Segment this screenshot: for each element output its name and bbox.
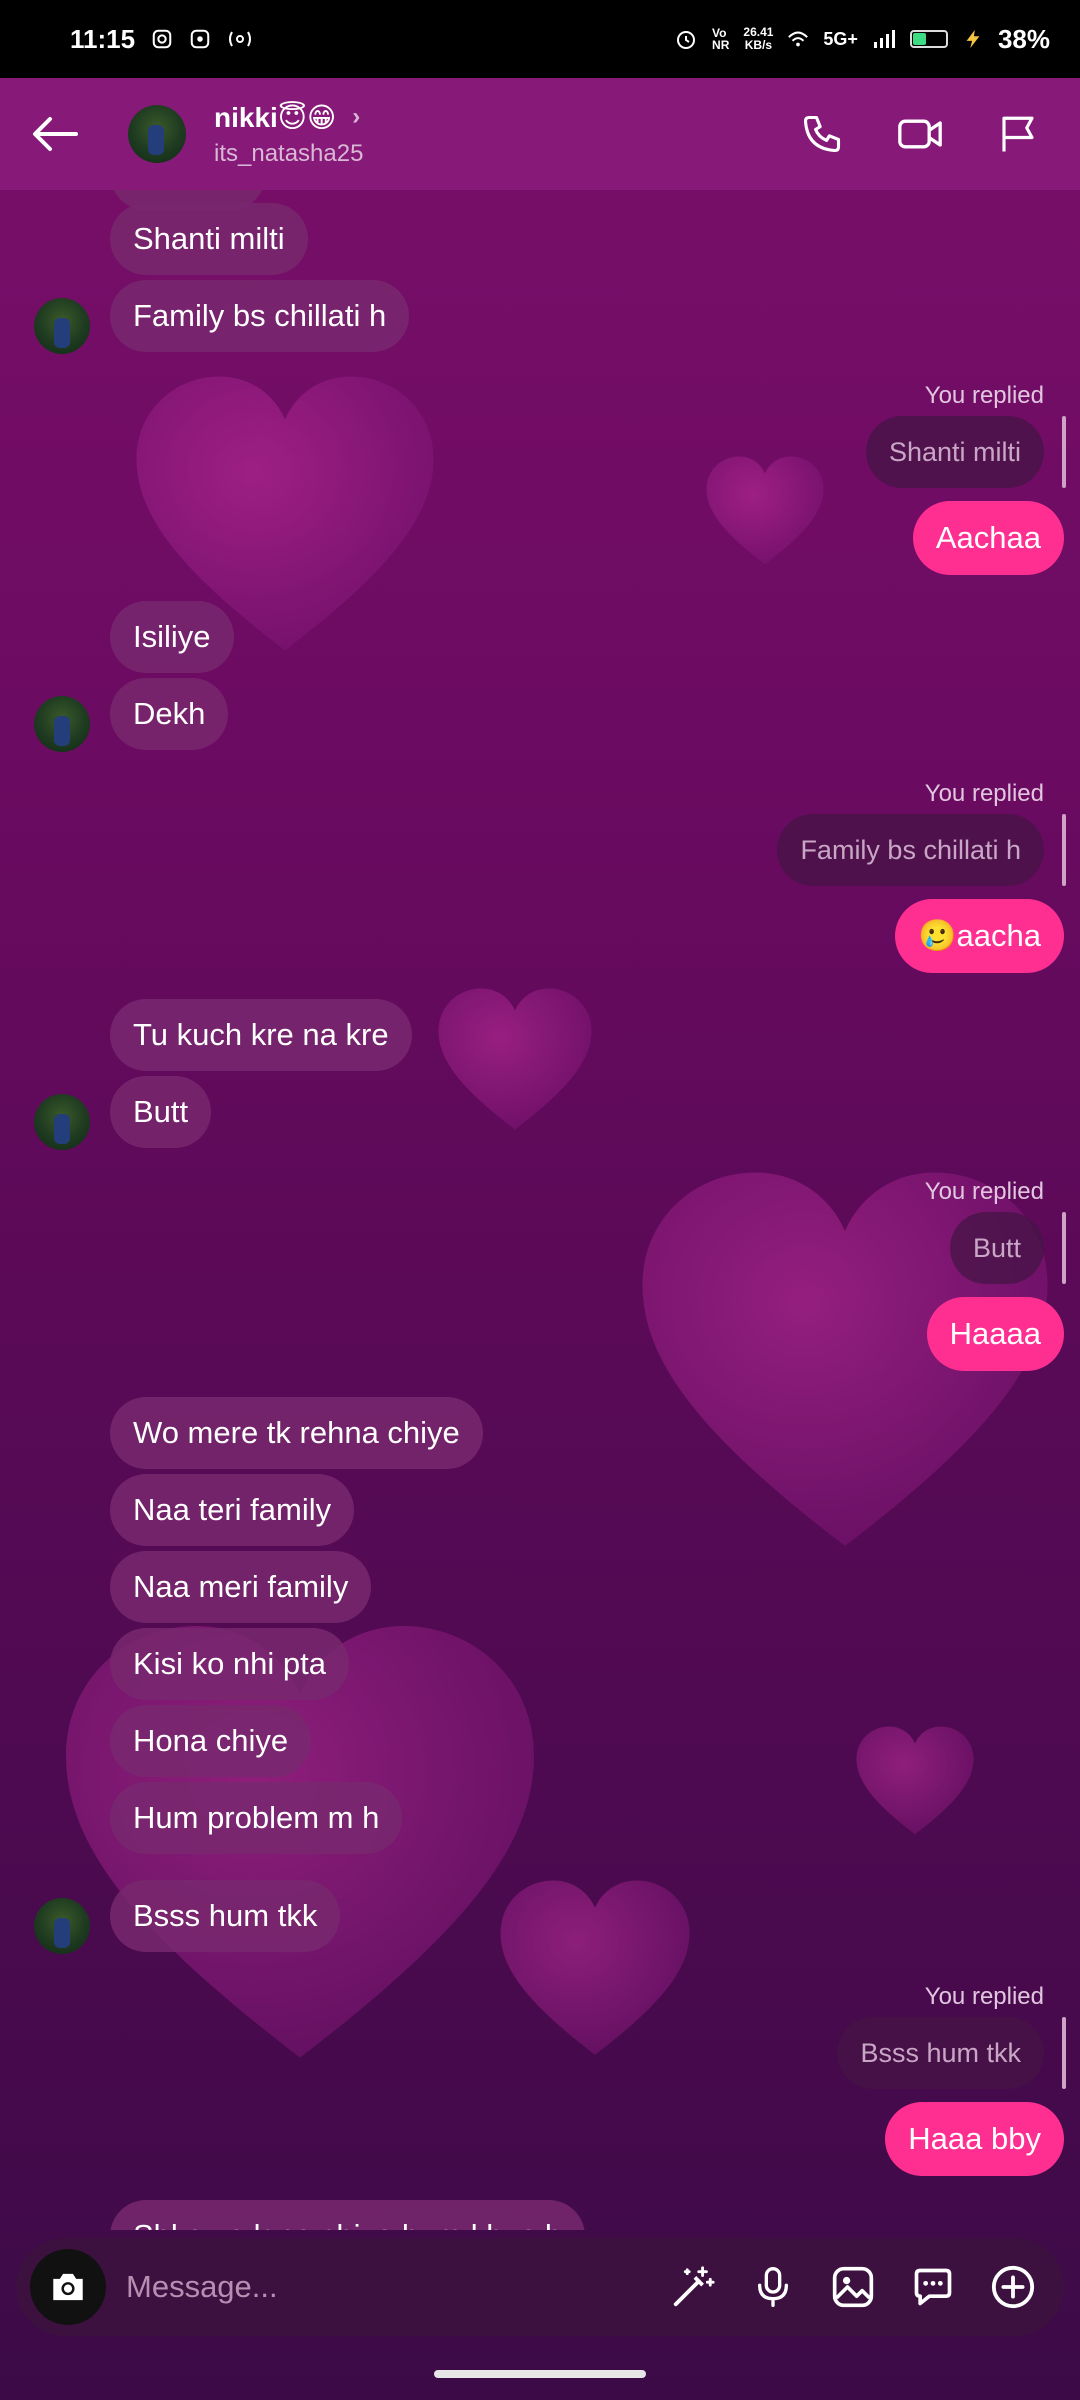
voice-call-button[interactable]	[798, 110, 846, 158]
message-composer	[16, 2238, 1064, 2336]
camera-icon	[53, 2273, 83, 2301]
you-replied-label: You replied	[924, 382, 1044, 409]
message-bubble[interactable]: Sbko ye lgna chiye hum khus h	[110, 2200, 586, 2230]
wifi-calling-icon	[787, 29, 809, 49]
message-bubble[interactable]: Isiliye	[110, 601, 234, 673]
sent-message-bubble[interactable]: Haaaa	[926, 1297, 1064, 1371]
back-button[interactable]	[24, 103, 86, 165]
contact-username: its_natasha25	[214, 139, 364, 167]
you-replied-label: You replied	[924, 780, 1044, 807]
effects-button[interactable]	[670, 2264, 716, 2310]
sent-message-bubble[interactable]: Haaa bby	[885, 2102, 1064, 2176]
message-bubble[interactable]: Bsss hum tkk	[110, 1880, 341, 1952]
gallery-button[interactable]	[830, 2264, 876, 2310]
magic-wand-icon	[673, 2266, 715, 2307]
phone-icon	[803, 115, 841, 153]
chat-bubble-icon	[914, 2268, 952, 2306]
reply-quote-bar	[1062, 1212, 1066, 1284]
message-bubble[interactable]: Naa meri family	[110, 1551, 372, 1623]
message-thread[interactable]: Shanti milti Family bs chillati h You re…	[0, 190, 1080, 2230]
report-button[interactable]	[994, 110, 1042, 158]
more-options-button[interactable]	[990, 2264, 1036, 2310]
flag-icon	[1002, 116, 1034, 152]
signal-strength-icon	[872, 28, 896, 50]
volte-bottom-label: NR	[712, 38, 730, 52]
chat-header: nikki😇😁 › its_natasha25	[0, 78, 1080, 190]
chevron-right-icon: ›	[352, 103, 361, 130]
alarm-icon	[674, 27, 698, 51]
message-bubble[interactable]: Wo mere tk rehna chiye	[110, 1397, 483, 1469]
you-replied-label: You replied	[924, 1983, 1044, 2010]
quoted-message[interactable]: Shanti milti	[865, 416, 1044, 488]
messenger-notification-icon	[189, 28, 211, 50]
sent-message-bubble[interactable]: 🥲aacha	[894, 899, 1064, 973]
reply-quote-bar	[1062, 2017, 1066, 2089]
avatar[interactable]	[128, 105, 186, 163]
battery-percentage: 38%	[997, 23, 1050, 54]
sender-avatar[interactable]	[34, 696, 90, 752]
back-arrow-icon	[33, 117, 78, 151]
video-icon	[898, 119, 942, 149]
hotspot-icon	[227, 28, 253, 50]
contact-info[interactable]: nikki😇😁 › its_natasha25	[214, 101, 798, 168]
camera-button[interactable]	[30, 2249, 106, 2325]
message-input[interactable]	[124, 2256, 670, 2318]
video-call-button[interactable]	[896, 110, 944, 158]
reply-quote-bar	[1062, 416, 1066, 488]
status-time: 11:15	[70, 23, 136, 54]
message-bubble[interactable]: Family bs chillati h	[110, 280, 410, 352]
quoted-message[interactable]: Family bs chillati h	[777, 814, 1044, 886]
sender-avatar[interactable]	[34, 298, 90, 354]
contact-name[interactable]: nikki😇😁	[214, 101, 336, 134]
sender-avatar[interactable]	[34, 1898, 90, 1954]
quick-replies-button[interactable]	[910, 2264, 956, 2310]
message-bubble[interactable]: Tu kuch kre na kre	[110, 999, 412, 1071]
sent-message-bubble[interactable]: Aachaa	[912, 501, 1064, 575]
quoted-message[interactable]: Butt	[949, 1212, 1044, 1284]
network-speed: 26.41 KB/s	[743, 26, 773, 52]
quoted-message[interactable]: Bsss hum tkk	[837, 2017, 1044, 2089]
message-bubble[interactable]: Kisi ko nhi pta	[110, 1628, 349, 1700]
home-indicator[interactable]	[434, 2370, 646, 2378]
network-type: 5G+	[823, 28, 858, 49]
message-bubble[interactable]: Dekh	[110, 678, 229, 750]
status-bar: 11:15 Vo NR 26.41 KB/s 5G+ 38%	[0, 0, 1080, 78]
voice-message-button[interactable]	[750, 2264, 796, 2310]
sender-avatar[interactable]	[34, 1094, 90, 1150]
message-bubble[interactable]: Hum problem m h	[110, 1782, 403, 1854]
network-speed-unit: KB/s	[744, 38, 773, 52]
battery-icon	[909, 30, 948, 48]
message-bubble[interactable]: Shanti milti	[110, 203, 308, 275]
message-bubble[interactable]: Butt	[110, 1076, 212, 1148]
message-bubble[interactable]: Hona chiye	[110, 1705, 312, 1777]
you-replied-label: You replied	[924, 1178, 1044, 1205]
image-icon	[832, 2266, 874, 2308]
volte-indicator: Vo NR	[712, 27, 729, 51]
reply-quote-bar	[1062, 814, 1066, 886]
charging-icon	[962, 28, 984, 50]
instagram-notification-icon	[151, 28, 173, 50]
microphone-icon	[758, 2267, 788, 2307]
message-bubble[interactable]: Naa teri family	[110, 1474, 355, 1546]
plus-circle-icon	[991, 2265, 1035, 2309]
